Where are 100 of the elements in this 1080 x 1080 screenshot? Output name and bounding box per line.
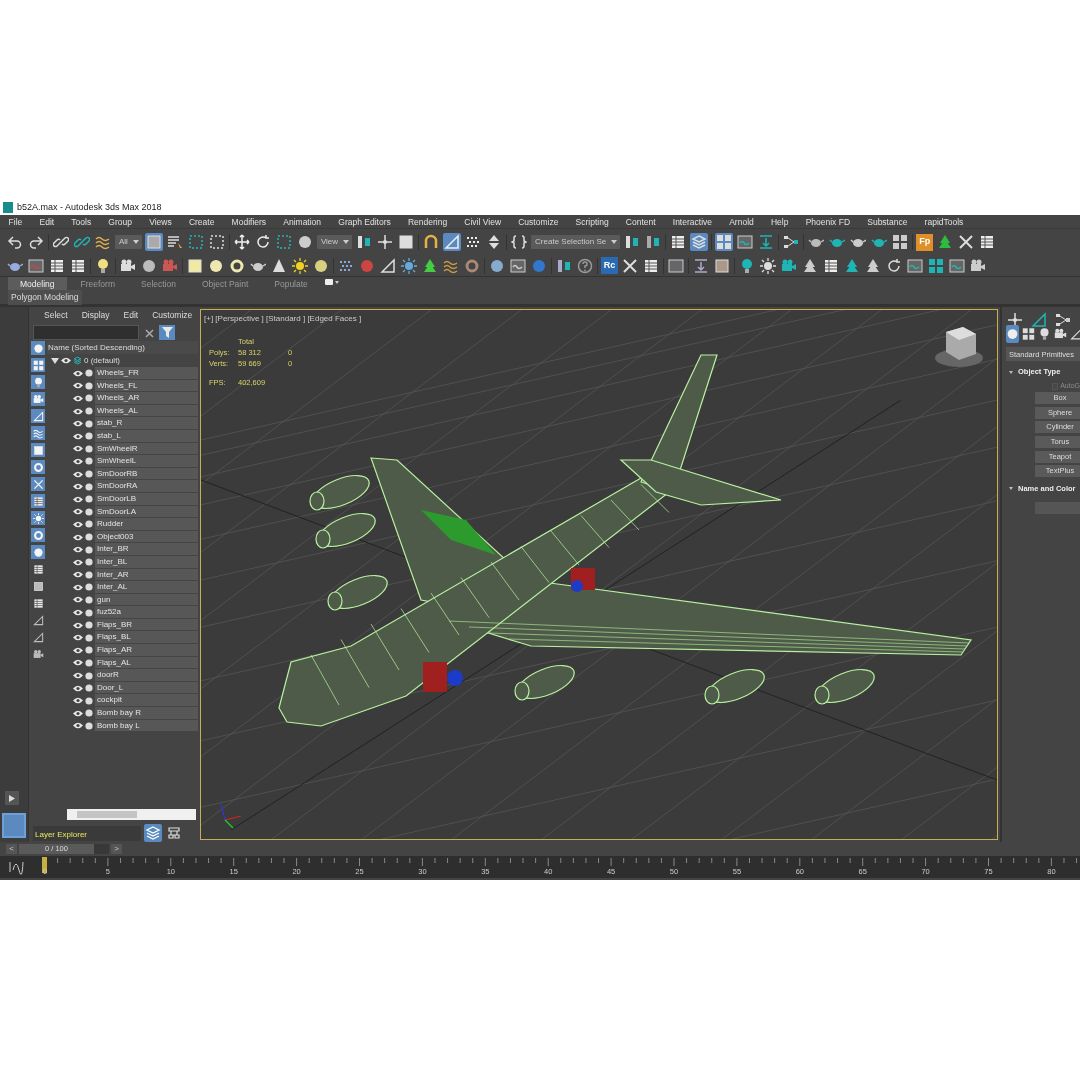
- menu-item[interactable]: Tools: [62, 215, 100, 228]
- document-icon[interactable]: [31, 596, 45, 610]
- horizontal-scrollbar[interactable]: [67, 809, 196, 820]
- dot-icon[interactable]: [85, 369, 93, 378]
- light-filter-icon[interactable]: [31, 375, 45, 389]
- collapse-arrow-icon[interactable]: [1009, 370, 1013, 374]
- move-icon[interactable]: [232, 233, 251, 251]
- dot-icon[interactable]: [85, 596, 93, 604]
- panel-icon[interactable]: [715, 233, 734, 251]
- object-name[interactable]: doorR: [95, 669, 198, 681]
- object-name[interactable]: Inter_AL: [95, 581, 198, 593]
- menu-item[interactable]: Help: [762, 215, 798, 228]
- object-name[interactable]: Inter_BR: [95, 543, 198, 555]
- object-name[interactable]: stab_R: [95, 417, 198, 429]
- window-icon[interactable]: [906, 256, 924, 275]
- window-icon[interactable]: [27, 256, 45, 275]
- dot-icon[interactable]: [85, 545, 93, 554]
- object-name[interactable]: cockpit: [95, 694, 198, 707]
- menu-item[interactable]: File: [0, 215, 31, 228]
- ribbon-tab[interactable]: Modeling: [8, 277, 67, 291]
- object-name[interactable]: Wheels_AR: [95, 392, 198, 404]
- select-by-name-icon[interactable]: [165, 233, 184, 251]
- menu-item[interactable]: Select: [37, 307, 75, 323]
- hierarchy-icon[interactable]: [165, 824, 183, 842]
- object-name[interactable]: fuz52a: [95, 606, 198, 618]
- redo-icon[interactable]: [27, 233, 45, 251]
- object-name[interactable]: Flaps_BR: [95, 618, 198, 631]
- column-header[interactable]: Name (Sorted Descending): [47, 341, 198, 354]
- dot-icon[interactable]: [85, 558, 93, 567]
- viewport-label[interactable]: [+] [Perspective ] [Standard ] [Edged Faces ]: [204, 313, 362, 325]
- menu-item[interactable]: Interactive: [664, 215, 721, 228]
- eye-icon[interactable]: [73, 470, 83, 478]
- menu-item[interactable]: Customize: [145, 307, 200, 323]
- dot-icon[interactable]: [85, 381, 93, 390]
- dot-icon[interactable]: [85, 444, 93, 453]
- search-field[interactable]: [33, 324, 139, 340]
- crosshair-icon[interactable]: [376, 233, 395, 251]
- menu-item[interactable]: Rendering: [399, 215, 456, 228]
- eye-icon[interactable]: [73, 495, 83, 503]
- eye-icon[interactable]: [73, 697, 83, 705]
- dot-icon[interactable]: [85, 495, 93, 504]
- sun-icon[interactable]: [759, 256, 777, 275]
- ribbon-tab[interactable]: Populate: [262, 277, 320, 291]
- eye-icon[interactable]: [73, 672, 83, 680]
- dot-icon[interactable]: [85, 432, 93, 441]
- menu-item[interactable]: Group: [99, 215, 141, 228]
- object-name[interactable]: Bomb bay L: [95, 719, 198, 732]
- object-name[interactable]: Wheels_FL: [95, 379, 198, 392]
- object-name[interactable]: SmDoorLA: [95, 505, 198, 518]
- eye-icon[interactable]: [73, 407, 83, 415]
- clear-icon[interactable]: [143, 326, 155, 338]
- layers-icon[interactable]: [144, 824, 162, 842]
- eye-icon[interactable]: [73, 445, 83, 453]
- object-name[interactable]: Rudder: [95, 518, 198, 530]
- filter-button[interactable]: [159, 324, 175, 340]
- dot-icon[interactable]: [85, 482, 93, 491]
- rotate-icon[interactable]: [885, 256, 903, 275]
- object-name[interactable]: Door_L: [95, 681, 198, 694]
- menu-item[interactable]: Substance: [858, 215, 916, 228]
- object-name[interactable]: Flaps_BL: [95, 631, 198, 644]
- object-name[interactable]: stab_L: [95, 429, 198, 442]
- previous-frame-button[interactable]: <: [6, 844, 17, 854]
- eye-icon[interactable]: [73, 634, 83, 642]
- dot-icon[interactable]: [85, 570, 93, 579]
- dot-icon[interactable]: [85, 394, 93, 403]
- eye-icon[interactable]: [73, 533, 83, 541]
- eye-icon[interactable]: [73, 709, 83, 717]
- ribbon-panel-label[interactable]: Polygon Modeling: [8, 290, 82, 305]
- menu-item[interactable]: Modifiers: [223, 215, 275, 228]
- menu-item[interactable]: Customize: [509, 215, 567, 228]
- object-name[interactable]: SmWheelL: [95, 455, 198, 467]
- dot-icon[interactable]: [85, 709, 93, 718]
- menu-item[interactable]: Views: [140, 215, 181, 228]
- coordinate-dropdown[interactable]: View: [316, 235, 353, 249]
- object-name[interactable]: SmDoorRB: [95, 467, 198, 480]
- rectangle-icon[interactable]: [186, 256, 204, 275]
- dot-icon[interactable]: [85, 419, 93, 428]
- curve-editor-icon[interactable]: [736, 233, 755, 251]
- airplane-wireframe-drawing[interactable]: [278, 354, 973, 727]
- rectangle-selection-icon[interactable]: [186, 233, 205, 251]
- eye-icon[interactable]: [73, 382, 83, 390]
- dot-icon[interactable]: [85, 533, 93, 541]
- dot-icon[interactable]: [85, 520, 93, 529]
- explorer-toggle-button[interactable]: [2, 813, 26, 838]
- window-crossing-icon[interactable]: [207, 233, 226, 251]
- time-marker[interactable]: [42, 857, 47, 873]
- selection-set-dropdown[interactable]: Create Selection Se: [531, 235, 621, 249]
- nodes-icon[interactable]: [782, 233, 801, 251]
- object-name[interactable]: SmDoorRA: [95, 480, 198, 492]
- grid-icon[interactable]: [927, 256, 945, 275]
- dot-icon[interactable]: [85, 583, 93, 592]
- menu-item[interactable]: Civil View: [455, 215, 510, 228]
- undo-icon[interactable]: [6, 233, 24, 251]
- dot-icon[interactable]: [85, 608, 93, 617]
- view-cube-icon[interactable]: [935, 327, 983, 367]
- dot-icon[interactable]: [85, 684, 93, 693]
- document-icon[interactable]: [31, 562, 45, 576]
- object-name[interactable]: Flaps_AL: [95, 656, 198, 669]
- eye-icon[interactable]: [73, 722, 83, 730]
- space-warp-filter-icon[interactable]: [31, 426, 45, 440]
